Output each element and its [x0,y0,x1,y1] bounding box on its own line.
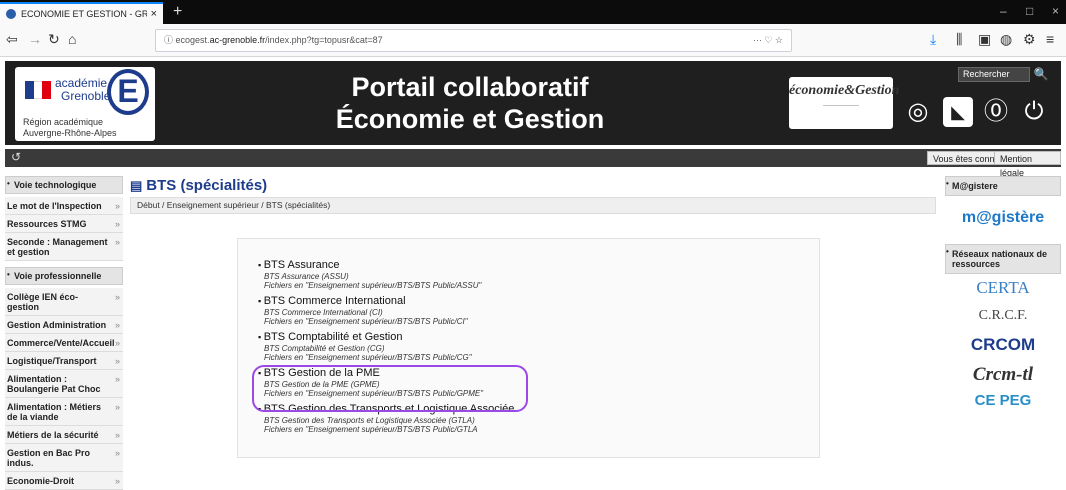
tab-bar: ECONOMIE ET GESTION - GRE × + – □ × [0,0,1066,24]
search-input[interactable]: Rechercher [958,67,1030,82]
title-line1: Portail collaboratif [351,72,589,102]
bts-files-path: Fichiers en "Enseignement supérieur/BTS/… [264,425,478,434]
bts-description: BTS Commerce International (CI) [264,308,383,317]
search-icon[interactable]: 🔍 [1030,67,1052,82]
breadcrumb[interactable]: Début / Enseignement supérieur / BTS (sp… [130,197,936,214]
bts-link[interactable]: BTS Assurance [258,259,819,272]
sidebar-item[interactable]: Le mot de l'Inspection [5,197,123,215]
logo-letter: E [107,69,149,115]
certa-logo[interactable]: CERTA [945,274,1061,302]
section-voie-technologique[interactable]: Voie technologique [5,176,123,194]
document-icon: ▤ [130,178,143,193]
crcf-logo[interactable]: C.R.C.F. [945,302,1061,330]
main-content: ▤ BTS (spécialités) Début / Enseignement … [130,176,940,458]
globe-icon[interactable]: ◎ [903,97,933,127]
browser-tab[interactable]: ECONOMIE ET GESTION - GRE × [0,2,163,24]
sidebar-icon[interactable]: ▣ [978,31,991,48]
sidebar-item[interactable]: Alimentation : Métiers de la viande [5,398,123,426]
legal-button[interactable]: Mention légale [994,151,1061,178]
title-line2: Économie et Gestion [335,104,605,134]
maximize-icon[interactable]: □ [1026,4,1033,18]
region-line1: Région académique [23,117,104,127]
page-actions-icon[interactable]: ··· ♡ ☆ [753,30,783,51]
sidebar-item[interactable]: Métiers de la sécurité [5,426,123,444]
sidebar-item[interactable]: Alimentation : Boulangerie Pat Choc [5,370,123,398]
cepeg-logo[interactable]: CE PEG [945,390,1061,412]
back-icon[interactable]: ⇦ [6,31,18,48]
reload-icon[interactable]: ↻ [48,31,60,48]
section-reseaux[interactable]: Réseaux nationaux de ressources [945,244,1061,274]
list-item: BTS Comptabilité et Gestion BTS Comptabi… [258,331,819,362]
flag-icon [25,81,51,99]
rss-icon[interactable]: ◣ [943,97,973,127]
addon-icon[interactable]: ⚙ [1023,31,1036,48]
sidebar-item[interactable]: Commerce/Vente/Accueil [5,334,123,352]
tab-close-icon[interactable]: × [151,8,157,20]
page: académie Grenoble E Région académique Au… [0,57,1066,490]
site-header: académie Grenoble E Région académique Au… [5,61,1061,145]
sidebar-item[interactable]: Gestion en Bac Pro indus. [5,444,123,472]
logo-line2: Grenoble [61,89,111,103]
list-item: BTS Assurance BTS Assurance (ASSU) Fichi… [258,259,819,290]
tab-title: ECONOMIE ET GESTION - GRE [21,9,147,19]
region-line2: Auvergne-Rhône-Alpes [23,128,117,138]
bts-description: BTS Comptabilité et Gestion (CG) [264,344,385,353]
bts-list: BTS Assurance BTS Assurance (ASSU) Fichi… [237,238,820,458]
home-icon[interactable]: ⌂ [68,31,76,47]
sidebar-item[interactable]: Collège IEN éco-gestion [5,288,123,316]
bts-files-path: Fichiers en "Enseignement supérieur/BTS/… [264,281,482,290]
sidebar-item[interactable]: Seconde : Management et gestion [5,233,123,261]
section-title-text: BTS (spécialités) [146,177,268,194]
academie-logo[interactable]: académie Grenoble E Région académique Au… [15,67,155,141]
section-title: ▤ BTS (spécialités) [130,176,940,196]
new-tab-button[interactable]: + [173,2,182,22]
left-sidebar: Voie technologique Le mot de l'Inspectio… [5,176,123,490]
bts-files-path: Fichiers en "Enseignement supérieur/BTS/… [264,353,472,362]
sidebar-item[interactable]: Gestion Administration [5,316,123,334]
right-sidebar: M@gistere m@gistère Réseaux nationaux de… [945,176,1061,412]
list-item: BTS Commerce International BTS Commerce … [258,295,819,326]
highlight-annotation [252,365,528,412]
sidebar-item[interactable]: Ressources STMG [5,215,123,233]
page-title: Portail collaboratif Économie et Gestion [320,71,620,135]
crcmtl-logo[interactable]: Crcm-tl [945,360,1061,390]
minimize-icon[interactable]: – [1000,4,1007,18]
url-domain: ac-grenoble.fr [209,35,266,45]
magistere-logo[interactable]: m@gistère [945,196,1061,240]
section-magistere[interactable]: M@gistere [945,176,1061,196]
bts-files-path: Fichiers en "Enseignement supérieur/BTS/… [264,317,468,326]
url-prefix: ecogest. [175,35,210,45]
bts-link[interactable]: BTS Comptabilité et Gestion [258,331,819,344]
bts-link[interactable]: BTS Commerce International [258,295,819,308]
extension-icon[interactable]: ◍ [1000,31,1012,48]
url-bar[interactable]: ⓘ ecogest.ac-grenoble.fr/index.php?tg=to… [155,29,792,52]
menu-icon[interactable]: ≡ [1046,31,1054,47]
bts-description: BTS Assurance (ASSU) [264,272,349,281]
refresh-icon[interactable]: ↺ [11,150,21,164]
favicon-icon [6,9,16,19]
download-icon[interactable]: ⤓ [930,31,936,48]
home-icon[interactable]: ⌂ [865,97,895,127]
partner-logo-text: économie&Gestion [789,83,900,98]
info-bar: ↺ Vous êtes connecté Mention légale [5,149,1061,178]
forward-icon[interactable]: → [28,31,42,47]
section-voie-professionnelle[interactable]: Voie professionnelle [5,267,123,285]
nav-bar: ⇦ → ↻ ⌂ ⓘ ecogest.ac-grenoble.fr/index.p… [0,24,1066,57]
window-close-icon[interactable]: × [1052,4,1059,18]
power-icon[interactable]: ⏻ [1019,97,1049,127]
url-path: /index.php?tg=topusr&cat=87 [265,35,383,45]
crcom-logo[interactable]: CRCOM [945,330,1061,360]
info-icon[interactable]: ⓘ [164,35,173,45]
sidebar-item[interactable]: Logistique/Transport [5,352,123,370]
library-icon[interactable]: ⫼ [956,31,962,48]
sidebar-item[interactable]: Economie-Droit [5,472,123,490]
bts-description: BTS Gestion des Transports et Logistique… [264,416,475,425]
help-icon[interactable]: ⓪ [981,97,1011,127]
